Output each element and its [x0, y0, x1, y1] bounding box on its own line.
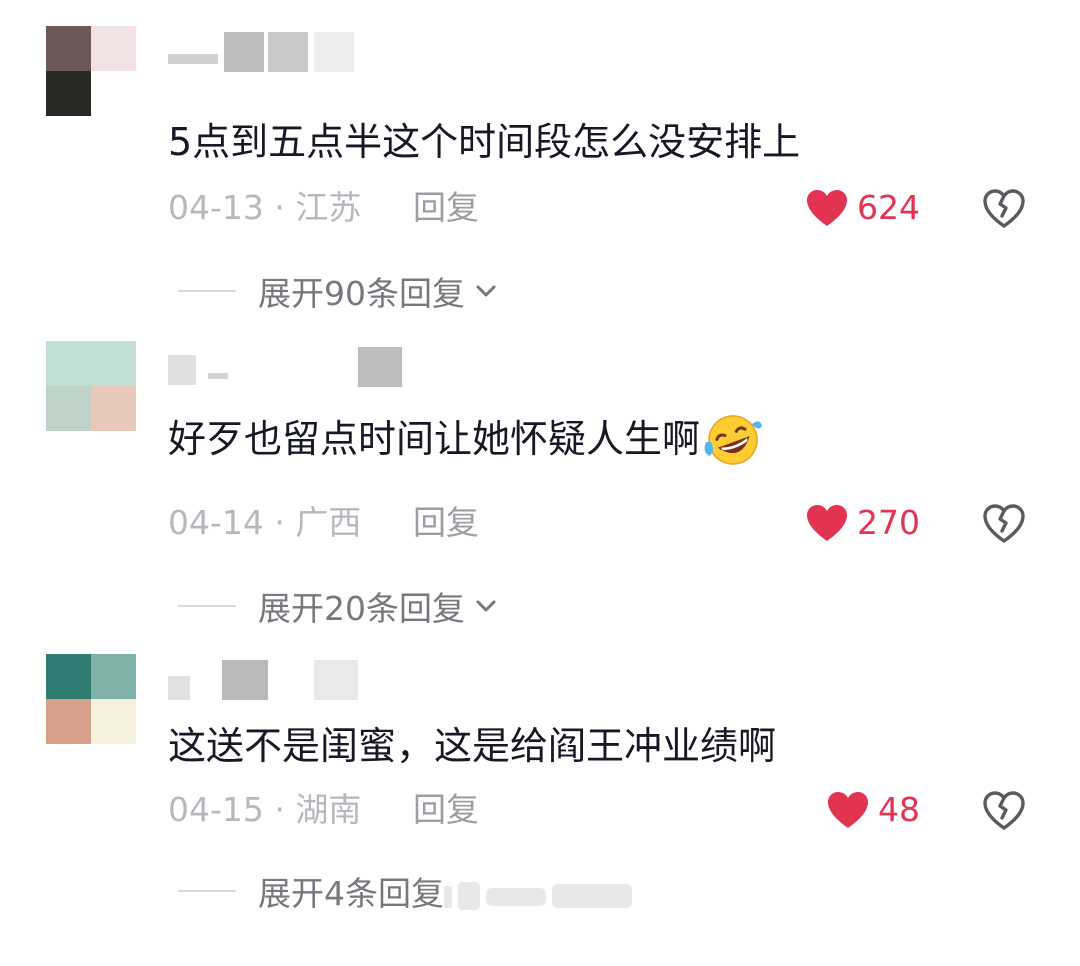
- expand-replies-label: 展开20条回复: [258, 589, 465, 628]
- broken-heart-icon[interactable]: [982, 501, 1026, 545]
- divider: [178, 605, 236, 607]
- heart-icon: [807, 505, 847, 541]
- expand-replies-label: 展开90条回复: [258, 274, 465, 313]
- comment-meta: 04-14 · 广西: [168, 503, 362, 542]
- heart-icon: [807, 190, 847, 226]
- username-redacted[interactable]: [168, 660, 408, 704]
- comment-item: 这送不是闺蜜，这是给阎王冲业绩啊 04-15 · 湖南 回复 48 展开4条回复: [0, 654, 1080, 966]
- expand-replies[interactable]: 展开20条回复: [178, 581, 501, 631]
- avatar[interactable]: [46, 26, 136, 116]
- username-redacted[interactable]: [168, 32, 408, 76]
- chevron-down-icon: [476, 600, 496, 612]
- expand-replies[interactable]: 展开90条回复: [178, 266, 501, 316]
- like-count: 48: [878, 790, 920, 829]
- rolling-laughing-emoji: [704, 414, 763, 465]
- reply-button[interactable]: 回复: [413, 788, 479, 832]
- like-button[interactable]: 270: [805, 499, 920, 547]
- expand-replies[interactable]: 展开4条回复: [178, 866, 444, 916]
- like-count: 624: [857, 188, 920, 227]
- divider: [178, 890, 236, 892]
- expand-replies-label: 展开4条回复: [258, 874, 444, 913]
- username-redacted[interactable]: [168, 347, 408, 391]
- avatar[interactable]: [46, 654, 136, 744]
- reply-button[interactable]: 回复: [413, 501, 479, 545]
- comment-text: 这送不是闺蜜，这是给阎王冲业绩啊: [168, 724, 777, 768]
- divider: [178, 290, 236, 292]
- broken-heart-icon[interactable]: [982, 788, 1026, 832]
- avatar[interactable]: [46, 341, 136, 431]
- comment-meta: 04-13 · 江苏: [168, 188, 362, 227]
- heart-icon: [828, 792, 868, 828]
- broken-heart-icon[interactable]: [982, 186, 1026, 230]
- comment-item: 好歹也留点时间让她怀疑人生啊 04-14 · 广西 回复 270 展开20条回复: [0, 341, 1080, 653]
- reply-button[interactable]: 回复: [413, 186, 479, 230]
- comment-text: 好歹也留点时间让她怀疑人生啊: [168, 411, 764, 470]
- like-count: 270: [857, 503, 920, 542]
- watermark-logo: [444, 882, 632, 910]
- comment-item: 5点到五点半这个时间段怎么没安排上 04-13 · 江苏 回复 624 展开90…: [0, 26, 1080, 338]
- like-button[interactable]: 48: [826, 786, 920, 834]
- comment-meta: 04-15 · 湖南: [168, 790, 362, 829]
- like-button[interactable]: 624: [805, 184, 920, 232]
- chevron-down-icon: [476, 285, 496, 297]
- comment-text: 5点到五点半这个时间段怎么没安排上: [168, 120, 801, 164]
